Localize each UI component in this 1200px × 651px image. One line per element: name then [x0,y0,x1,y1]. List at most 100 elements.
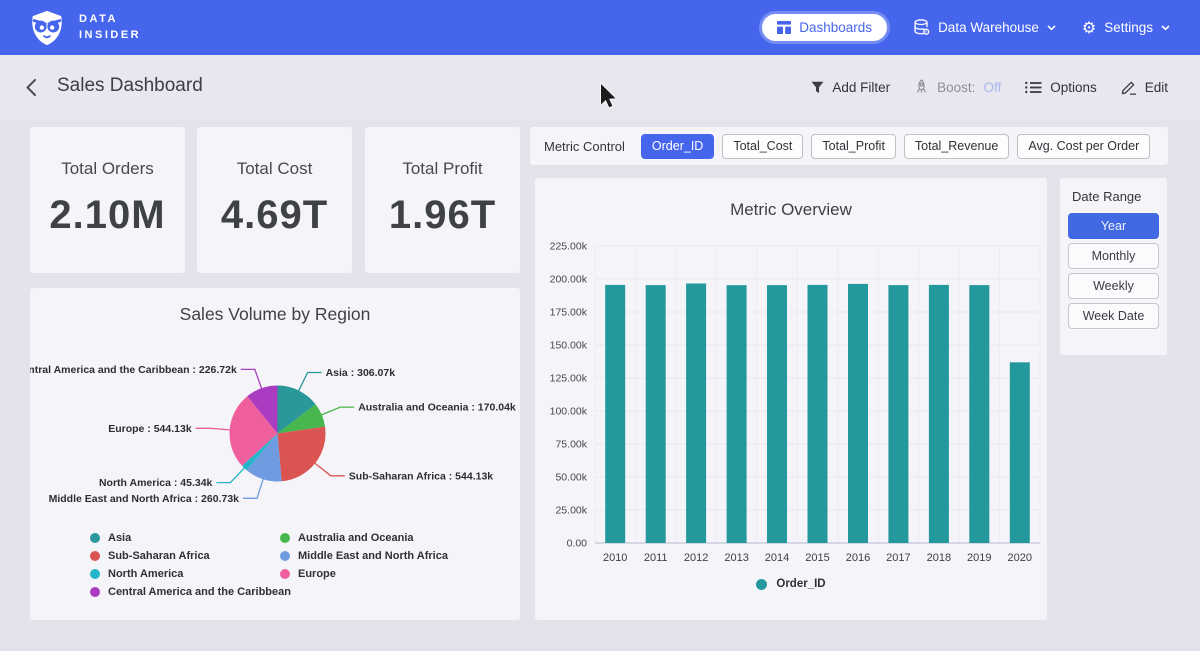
database-icon [913,19,930,36]
y-axis-tick: 75.00k [555,439,587,451]
add-filter-button[interactable]: Add Filter [811,80,890,95]
y-axis-tick: 100.00k [550,406,588,418]
options-list-icon [1025,81,1042,94]
boost-toggle[interactable]: Boost: Off [914,79,1001,95]
kpi-label: Total Cost [197,159,352,179]
pie-legend-column-1: Asia Sub-Saharan Africa North America Centr… [90,532,291,598]
bar-2013[interactable] [727,285,747,543]
x-axis-tick: 2016 [846,552,870,564]
top-navigation-bar: DATA INSIDER Dashboards [0,0,1200,55]
kpi-label: Total Profit [365,159,520,179]
y-axis-tick: 150.00k [550,340,588,352]
metric-chip-avg-cost-per-order[interactable]: Avg. Cost per Order [1017,134,1150,159]
legend-label: North America [108,568,183,580]
x-axis-tick: 2010 [603,552,627,564]
x-axis-tick: 2011 [644,552,668,564]
y-axis-tick: 25.00k [555,505,587,517]
settings-menu[interactable]: ⚙ Settings [1082,20,1170,36]
x-axis-tick: 2020 [1008,552,1032,564]
pie-legend-item-middle-east-and-north-africa[interactable]: Middle East and North Africa [280,550,448,562]
bar-2014[interactable] [767,285,787,543]
pie-legend-item-sub-saharan-africa[interactable]: Sub-Saharan Africa [90,550,291,562]
date-range-monthly[interactable]: Monthly [1068,243,1159,269]
bar-2010[interactable] [605,285,625,543]
pie-legend-item-north-america[interactable]: North America [90,568,291,580]
bar-2015[interactable] [808,285,828,543]
y-axis-tick: 50.00k [555,472,587,484]
dashboards-button[interactable]: Dashboards [762,14,887,41]
pie-label: Australia and Oceania : 170.04k [358,402,516,414]
legend-dot [90,587,100,597]
legend-label: Central America and the Caribbean [108,586,291,598]
date-range-weekly[interactable]: Weekly [1068,273,1159,299]
data-warehouse-menu[interactable]: Data Warehouse [913,19,1056,36]
metric-chip-total-revenue[interactable]: Total_Revenue [904,134,1009,159]
metric-chip-group: Order_ID Total_Cost Total_Profit Total_Reve… [641,134,1150,159]
dashboards-label: Dashboards [799,20,872,35]
kpi-value: 1.96T [365,193,520,238]
y-axis-tick: 125.00k [550,373,588,385]
metric-overview-chart-card: Metric Overview 0.0025.00k50.00k75.00k10… [535,178,1047,620]
pie-label: North America : 45.34k [99,477,213,489]
kpi-label: Total Orders [30,159,185,179]
metric-chip-total-cost[interactable]: Total_Cost [722,134,803,159]
pencil-icon [1121,79,1137,95]
owl-logo-icon [28,9,66,47]
x-axis-tick: 2014 [765,552,789,564]
x-axis-tick: 2019 [967,552,991,564]
bar-2020[interactable] [1010,362,1030,543]
pie-label: Central America and the Caribbean : 226.… [30,364,237,376]
bar-2012[interactable] [686,284,706,544]
page-title: Sales Dashboard [57,75,203,97]
kpi-card-total-cost: Total Cost 4.69T [197,127,352,273]
x-axis-tick: 2017 [886,552,910,564]
sales-volume-chart-card: Sales Volume by Region Asia : 306.07kAus… [30,288,520,620]
x-axis-tick: 2015 [805,552,829,564]
pie-legend-item-central-america-and-the-caribbean[interactable]: Central America and the Caribbean [90,586,291,598]
filter-funnel-icon [811,81,824,94]
y-axis-tick: 200.00k [550,274,588,286]
edit-button[interactable]: Edit [1121,79,1168,95]
legend-label: Europe [298,568,336,580]
bar-2016[interactable] [848,284,868,543]
bar-2017[interactable] [888,285,908,543]
pie-legend-item-europe[interactable]: Europe [280,568,448,580]
bar-chart-legend: Order_ID [535,578,1047,590]
legend-dot [280,533,290,543]
date-range-label: Date Range [1072,189,1167,204]
mouse-cursor [599,83,621,111]
bar-2018[interactable] [929,285,949,543]
pie-legend-item-asia[interactable]: Asia [90,532,291,544]
y-axis-tick: 225.00k [550,241,588,253]
legend-label: Sub-Saharan Africa [108,550,210,562]
pie-slice-sub-saharan-africa[interactable] [278,427,326,482]
legend-dot [756,579,767,590]
bar-2011[interactable] [646,285,666,543]
x-axis-tick: 2012 [684,552,708,564]
kpi-card-total-orders: Total Orders 2.10M [30,127,185,273]
metric-chip-total-profit[interactable]: Total_Profit [811,134,896,159]
date-range-panel: Date Range Year Monthly Weekly Week Date [1060,178,1167,355]
legend-dot [90,551,100,561]
bar-2019[interactable] [969,285,989,543]
back-button[interactable] [26,79,36,96]
pie-label: Europe : 544.13k [108,423,192,435]
dashboards-grid-icon [777,21,791,34]
pie-label: Sub-Saharan Africa : 544.13k [349,470,493,482]
metric-control-label: Metric Control [544,139,625,154]
brand-name: DATA INSIDER [79,12,141,44]
brand-logo[interactable]: DATA INSIDER [28,9,141,47]
options-button[interactable]: Options [1025,80,1097,95]
rocket-icon [914,79,929,95]
settings-label: Settings [1104,20,1153,35]
kpi-card-total-profit: Total Profit 1.96T [365,127,520,273]
pie-label: Middle East and North Africa : 260.73k [49,493,240,505]
legend-label: Asia [108,532,131,544]
metric-chip-order-id[interactable]: Order_ID [641,134,714,159]
kpi-value: 2.10M [30,193,185,238]
date-range-week-date[interactable]: Week Date [1068,303,1159,329]
legend-label: Middle East and North Africa [298,550,448,562]
date-range-year[interactable]: Year [1068,213,1159,239]
pie-legend-item-australia-and-oceania[interactable]: Australia and Oceania [280,532,448,544]
x-axis-tick: 2013 [724,552,748,564]
